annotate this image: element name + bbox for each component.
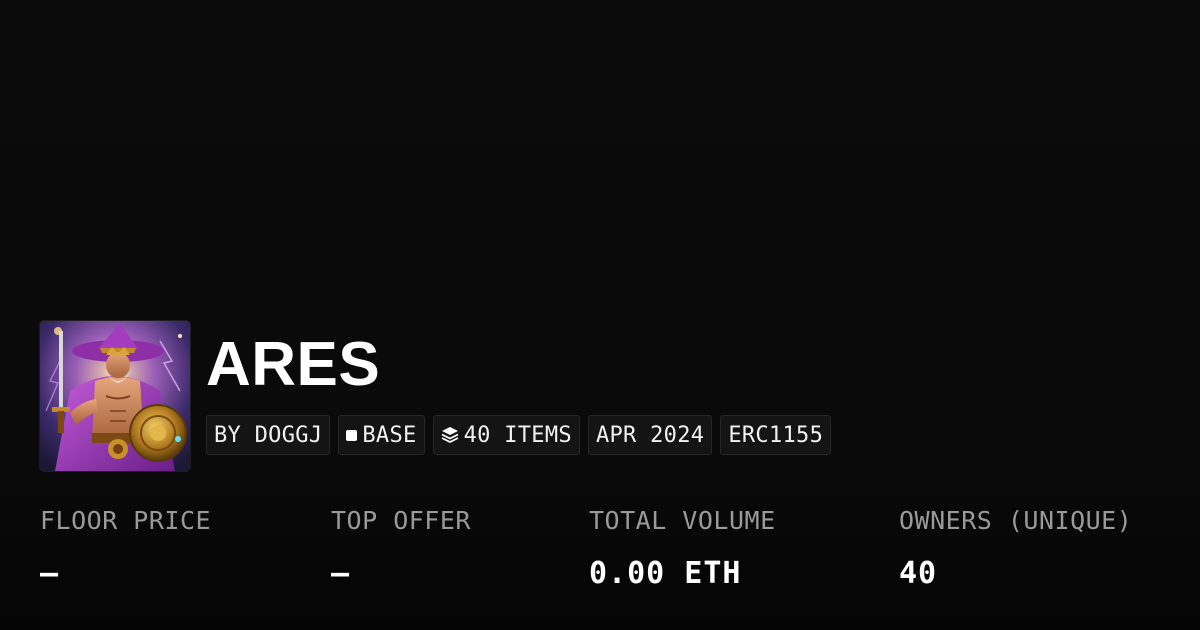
wizard-warrior-artwork-icon [40, 321, 190, 471]
standard-label: ERC1155 [728, 422, 824, 448]
owners-stat: OWNERS (UNIQUE) 40 [899, 505, 1132, 591]
creator-tag[interactable]: BY DOGGJ [206, 415, 331, 455]
top-offer-stat: TOP OFFER — [331, 505, 471, 591]
owners-value: 40 [899, 556, 938, 591]
creator-label: BY DOGGJ [214, 422, 323, 448]
collection-title: ARES [206, 330, 381, 399]
chain-tag[interactable]: BASE [338, 415, 425, 455]
items-label: 40 ITEMS [463, 422, 572, 448]
floor-price-value: — [40, 556, 60, 591]
floor-price-stat: FLOOR PRICE — [40, 505, 211, 591]
floor-price-label: FLOOR PRICE [40, 506, 212, 535]
total-volume-label: TOTAL VOLUME [589, 506, 776, 535]
date-tag: APR 2024 [587, 415, 713, 455]
total-volume-value: 0.00 ETH [589, 556, 742, 591]
items-tag[interactable]: 40 ITEMS [432, 415, 580, 455]
owners-label: OWNERS (UNIQUE) [899, 506, 1133, 535]
square-icon [346, 429, 358, 441]
collection-avatar [40, 321, 190, 471]
chain-label: BASE [362, 422, 417, 448]
layers-icon [441, 427, 458, 444]
total-volume-stat: TOTAL VOLUME 0.00 ETH [589, 505, 776, 591]
standard-tag: ERC1155 [720, 415, 832, 455]
date-label: APR 2024 [595, 422, 705, 448]
top-offer-value: — [331, 556, 351, 591]
collection-tags: BY DOGGJ BASE 40 ITEMS APR 2024 ERC1155 [206, 415, 832, 455]
top-offer-label: TOP OFFER [331, 506, 471, 535]
